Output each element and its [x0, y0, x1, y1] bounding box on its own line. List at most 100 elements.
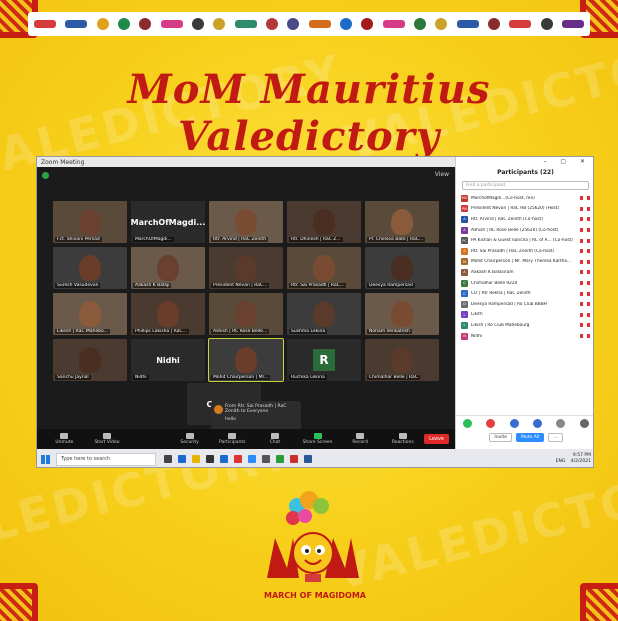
- participant-row[interactable]: D Deesya Rampersad | Ro Club BBBH: [456, 299, 593, 310]
- participant-name: Chimalhar Belle 9220: [471, 280, 518, 286]
- participant-name: President Nevan | RaC RB (25620) (Host): [471, 206, 560, 212]
- video-tile[interactable]: Ashish | RC Rose Belle...: [209, 293, 283, 335]
- tile-name-label: Phillips Lakisha | RaC...: [133, 329, 189, 334]
- shield-icon: [185, 433, 194, 439]
- avatar: M: [461, 258, 468, 266]
- tile-name-label: President Nevan | RaC...: [211, 283, 270, 288]
- participant-video: [391, 209, 413, 235]
- edge-icon[interactable]: [178, 455, 186, 463]
- window-title: Zoom Meeting: [41, 158, 85, 166]
- video-tile[interactable]: Sushma Lekina: [287, 293, 361, 335]
- record-icon: [356, 433, 365, 439]
- participant-name: Nidhi: [471, 333, 483, 339]
- share-screen-button[interactable]: Share Screen: [296, 433, 339, 445]
- video-tile[interactable]: President Nevan | RaC...: [209, 247, 283, 289]
- more-options-button[interactable]: ...: [548, 433, 563, 442]
- away-icon[interactable]: [556, 419, 566, 428]
- chat-button[interactable]: Chat: [254, 433, 297, 445]
- participant-video: [235, 301, 257, 327]
- mute-all-button[interactable]: Mute All: [516, 433, 545, 442]
- video-tile[interactable]: Sanchu Jaynal: [53, 339, 127, 381]
- video-tile[interactable]: Rtr. Dhinesh | RaC Z...: [287, 201, 361, 243]
- video-tile[interactable]: Aakash K Balaji: [131, 247, 205, 289]
- participant-row[interactable]: N Nidhi: [456, 331, 593, 342]
- store-icon[interactable]: [206, 455, 214, 463]
- avatar: S: [461, 247, 468, 255]
- taskbar-search-input[interactable]: Type here to search: [56, 452, 156, 466]
- no-icon[interactable]: [486, 419, 496, 428]
- participants-button[interactable]: Participants: [211, 433, 254, 445]
- tile-name-label: Suresh Vasudevan: [55, 283, 101, 288]
- window-controls[interactable]: – ▢ ✕: [543, 158, 591, 165]
- participant-row[interactable]: C Chimalhar Belle 9220: [456, 278, 593, 289]
- reactions-button[interactable]: Reactions: [381, 433, 424, 445]
- participant-row[interactable]: M Mohit Chairperson | Mr. Mary Theresa Ka…: [456, 257, 593, 268]
- word-icon[interactable]: [304, 455, 312, 463]
- chat-sender: From Rtr. Sai Prasadh | RaC Zenith to Ev…: [225, 404, 287, 414]
- security-button[interactable]: Security: [168, 433, 211, 445]
- video-tile[interactable]: Pr. Chelsea Bate | RaC...: [365, 201, 439, 243]
- video-tile[interactable]: Deesya Rampersad: [365, 247, 439, 289]
- leave-button[interactable]: Leave: [424, 434, 449, 444]
- avatar: C: [461, 290, 468, 298]
- participant-name: Ashish | RC Rose Belle (25620) (Co-host): [471, 227, 559, 233]
- folder-icon[interactable]: [192, 455, 200, 463]
- video-tile[interactable]: Likesh | RaC Mahebo...: [53, 293, 127, 335]
- participant-video: [79, 209, 101, 235]
- system-tray[interactable]: ENG 9:57 PM 4/2/2021: [556, 453, 591, 465]
- participant-row[interactable]: L Likith: [456, 310, 593, 321]
- app-icon[interactable]: [262, 455, 270, 463]
- video-tile[interactable]: Noham Venkatesh: [365, 293, 439, 335]
- participant-row[interactable]: A Aakash K Balasiram: [456, 267, 593, 278]
- unmute-button[interactable]: Unmute: [43, 433, 86, 445]
- record-button[interactable]: Record: [339, 433, 382, 445]
- invite-button[interactable]: Invite: [489, 433, 513, 442]
- panel-footer-buttons: Invite Mute All ...: [456, 433, 593, 442]
- app-icon[interactable]: [290, 455, 298, 463]
- participant-row[interactable]: PN President Nevan | RaC RB (25620) (Host…: [456, 204, 593, 215]
- tile-name-label: Likesh | RaC Mahebo...: [55, 329, 110, 334]
- windows-start-icon[interactable]: [41, 454, 50, 464]
- video-tile[interactable]: Nidhi Nidhi: [131, 339, 205, 381]
- more-icon[interactable]: [579, 419, 589, 428]
- speed-up-icon[interactable]: [533, 419, 543, 428]
- participant-row[interactable]: PC PA Kishan & Guest Sancha | RC of R... …: [456, 235, 593, 246]
- participant-name: PA Kishan & Guest Sancha | RC of R... (C…: [471, 238, 573, 244]
- people-icon: [228, 433, 237, 439]
- sponsor-logo: [413, 18, 426, 30]
- sponsor-logo: [265, 18, 278, 30]
- participant-video: [79, 301, 101, 327]
- start-video-button[interactable]: Start Video: [86, 433, 129, 445]
- smiley-icon: [398, 433, 407, 439]
- view-button[interactable]: View: [435, 171, 449, 178]
- yes-icon[interactable]: [463, 419, 473, 428]
- participant-row[interactable]: MO MarchofMagdi...(Co-host, me): [456, 193, 593, 204]
- mail-icon[interactable]: [220, 455, 228, 463]
- slow-down-icon[interactable]: [509, 419, 519, 428]
- task-view-icon[interactable]: [164, 455, 172, 463]
- chrome-icon[interactable]: [276, 455, 284, 463]
- video-tile[interactable]: Rtr. Arvind | RaC Zenith: [209, 201, 283, 243]
- video-tile[interactable]: Chimalhar Belle | RaC: [365, 339, 439, 381]
- participant-row[interactable]: C CO | Rtr Rekha | RaC Zenith: [456, 288, 593, 299]
- participant-row[interactable]: A Ashish | RC Rose Belle (25620) (Co-host…: [456, 225, 593, 236]
- video-tile[interactable]: R Ruchika Lekina: [287, 339, 361, 381]
- video-tile[interactable]: Phillips Lakisha | RaC...: [131, 293, 205, 335]
- participant-row[interactable]: L Likish | Ro Club Mahebourg: [456, 320, 593, 331]
- language-indicator: ENG: [555, 459, 566, 464]
- tile-name-label: MarchOfMagdi...: [133, 237, 174, 242]
- avatar: A: [461, 226, 468, 234]
- zoom-icon[interactable]: [248, 455, 256, 463]
- participant-row[interactable]: A Rtr. Arvind | RaC Zenith (Co-host): [456, 214, 593, 225]
- video-tile[interactable]: Mohit Chairperson | Mr...: [208, 338, 284, 382]
- video-tile[interactable]: Rtr. Sai Prasadh | RaC...: [287, 247, 361, 289]
- participant-video: [79, 255, 101, 281]
- video-tile[interactable]: Suresh Vasudevan: [53, 247, 127, 289]
- reaction-row: [456, 416, 593, 428]
- participant-list: MO MarchofMagdi...(Co-host, me) PN Presiden…: [456, 193, 593, 342]
- app-icon[interactable]: [234, 455, 242, 463]
- video-tile[interactable]: MarchOfMagdi... MarchOfMagdi...: [131, 201, 205, 243]
- video-tile[interactable]: Fct. Shivani Persad: [53, 201, 127, 243]
- participant-row[interactable]: S Rtr. Sai Prasadh | RaC Zenith (Co-host): [456, 246, 593, 257]
- participant-search-input[interactable]: Find a participant: [462, 181, 589, 190]
